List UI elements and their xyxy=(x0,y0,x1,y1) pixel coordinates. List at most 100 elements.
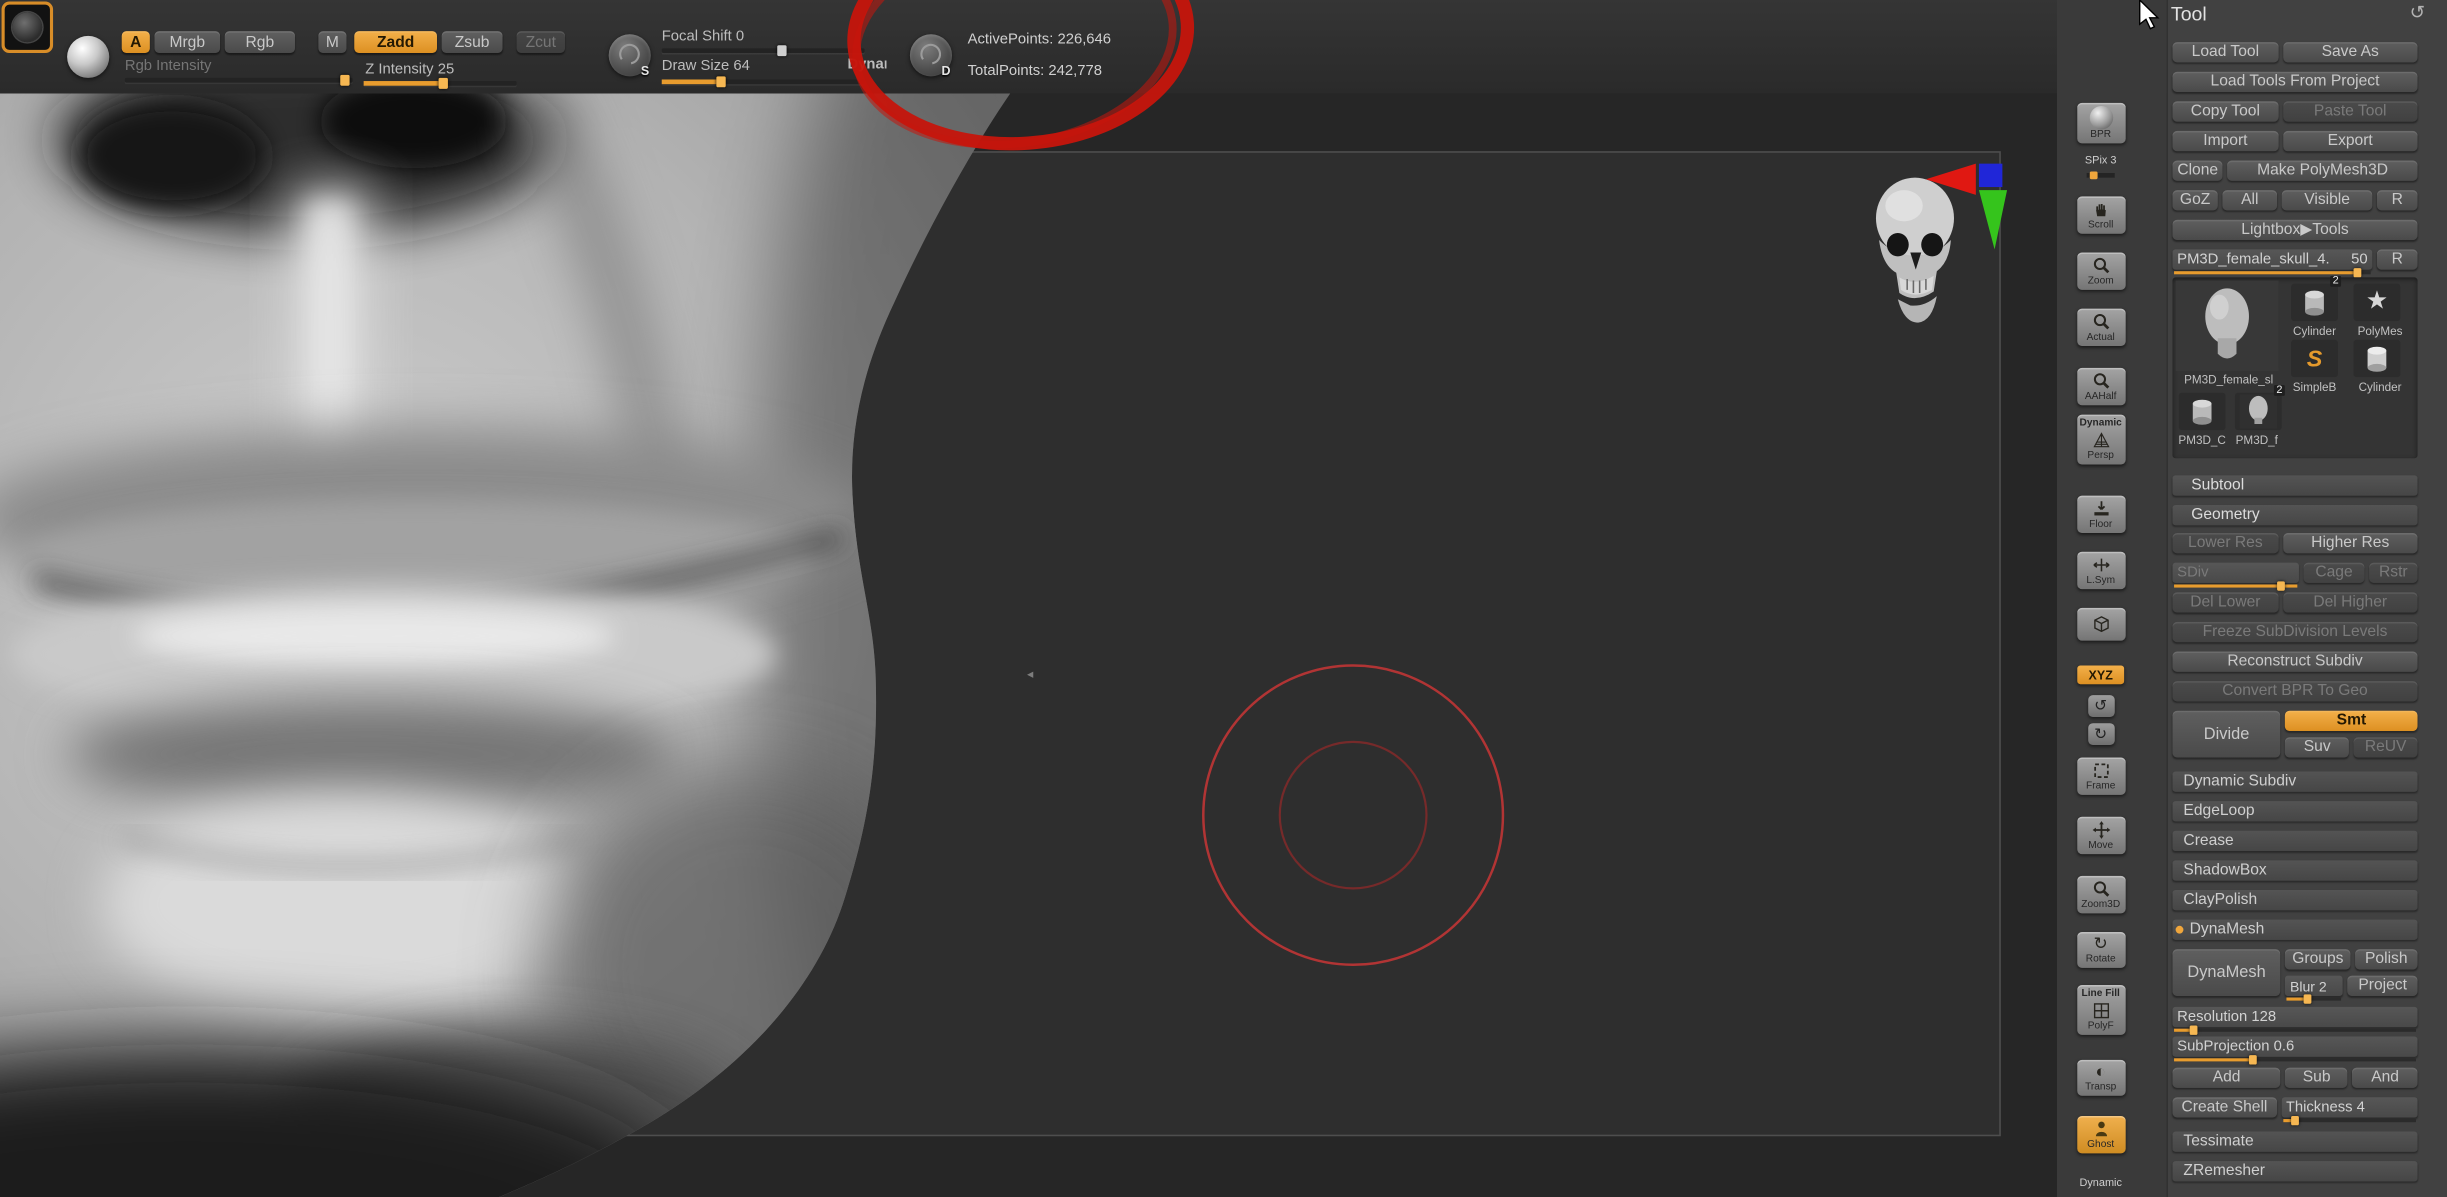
xyz-rotation-lock-button[interactable]: XYZ xyxy=(2077,665,2125,685)
m-button[interactable]: M xyxy=(318,31,347,53)
rgb-intensity-slider-label[interactable]: Rgb Intensity xyxy=(125,58,212,75)
dynamesh-section-header[interactable]: DynaMesh xyxy=(2172,919,2418,940)
local-pivot-button[interactable] xyxy=(2076,607,2125,641)
dynamesh-polish-button[interactable]: Polish xyxy=(2355,949,2418,970)
zcut-button[interactable]: Zcut xyxy=(516,31,565,53)
rotate-ccw-button[interactable]: ↺ xyxy=(2087,695,2114,717)
zoom-button[interactable]: Zoom xyxy=(2076,252,2125,290)
thumbnail-pm3d-female[interactable]: 2 xyxy=(2234,384,2285,431)
active-tool-thumbnail[interactable] xyxy=(2175,280,2279,371)
del-lower-button[interactable]: Del Lower xyxy=(2172,592,2279,613)
create-shell-button[interactable]: Create Shell xyxy=(2172,1097,2277,1118)
thumbnail-simplebrush[interactable]: S xyxy=(2291,339,2338,378)
actual-size-button[interactable]: Actual xyxy=(2076,308,2125,347)
thickness-slider[interactable]: Thickness 4 xyxy=(2281,1097,2418,1126)
reuv-button[interactable]: ReUV xyxy=(2353,737,2418,758)
line-fill-button[interactable]: Line Fill PolyF xyxy=(2076,985,2125,1035)
load-tools-from-project-button[interactable]: Load Tools From Project xyxy=(2172,71,2418,92)
cage-button[interactable]: Cage xyxy=(2303,562,2365,583)
zremesher-section-header[interactable]: ZRemesher xyxy=(2172,1161,2418,1182)
ghost-button[interactable]: Ghost xyxy=(2076,1115,2125,1154)
axis-orientation-gizmo[interactable] xyxy=(1923,156,2017,306)
sculpted-face-model[interactable] xyxy=(0,93,1092,1197)
a-toggle-button[interactable]: A xyxy=(121,31,150,53)
z-intensity-track[interactable] xyxy=(363,77,517,89)
convert-bpr-to-geo-button[interactable]: Convert BPR To Geo xyxy=(2172,681,2418,702)
export-button[interactable]: Export xyxy=(2282,130,2418,152)
lightbox-tools-button[interactable]: Lightbox▶Tools xyxy=(2172,219,2418,241)
document-viewport[interactable]: ◂ xyxy=(0,93,2058,1197)
goz-button[interactable]: GoZ xyxy=(2172,190,2218,211)
dynamesh-blur-slider[interactable]: Blur 2 xyxy=(2285,975,2344,1004)
subtool-section-header[interactable]: Subtool xyxy=(2172,475,2418,496)
reconstruct-subdiv-button[interactable]: Reconstruct Subdiv xyxy=(2172,651,2418,672)
spix-track[interactable] xyxy=(2086,171,2115,180)
shadowbox-section-header[interactable]: ShadowBox xyxy=(2172,860,2418,881)
make-polymesh3d-button[interactable]: Make PolyMesh3D xyxy=(2227,160,2418,181)
divide-button[interactable]: Divide xyxy=(2172,710,2281,758)
dynamesh-and-button[interactable]: And xyxy=(2352,1067,2418,1088)
thumbnail-pm3d-cylinder[interactable] xyxy=(2178,392,2226,431)
spix-handle[interactable] xyxy=(2089,171,2098,180)
active-tool-name-slider[interactable]: PM3D_female_skull_4. 50 xyxy=(2172,249,2373,278)
goz-r-button[interactable]: R xyxy=(2377,190,2418,211)
load-tool-button[interactable]: Load Tool xyxy=(2172,42,2279,63)
sdiv-slider[interactable]: SDiv xyxy=(2172,562,2299,591)
bpr-render-button[interactable]: BPR xyxy=(2076,102,2125,144)
aahalf-button[interactable]: AAHalf xyxy=(2076,367,2125,406)
scroll-button[interactable]: Scroll xyxy=(2076,196,2125,234)
dynamic-size-label[interactable]: Dynamic xyxy=(847,56,886,73)
draw-size-handle[interactable] xyxy=(716,76,726,88)
subprojection-slider[interactable]: SubProjection 0.6 xyxy=(2172,1036,2418,1065)
edgeloop-section-header[interactable]: EdgeLoop xyxy=(2172,801,2418,822)
lower-res-button[interactable]: Lower Res xyxy=(2172,533,2279,554)
rgb-button[interactable]: Rgb xyxy=(224,31,295,53)
z-intensity-handle[interactable] xyxy=(438,77,448,89)
thumbnail-polymesh3d[interactable]: ★ xyxy=(2353,283,2401,322)
z-intensity-slider-label[interactable]: Z Intensity 25 xyxy=(365,61,454,78)
draw-size-track[interactable] xyxy=(661,76,865,88)
depth-dial-icon[interactable]: D xyxy=(909,34,953,78)
dynamic-subdiv-section-header[interactable]: Dynamic Subdiv xyxy=(2172,771,2418,792)
focal-shift-track[interactable] xyxy=(661,45,865,57)
higher-res-button[interactable]: Higher Res xyxy=(2282,533,2418,554)
crease-section-header[interactable]: Crease xyxy=(2172,830,2418,851)
thumbnail-cylinder[interactable]: 2 xyxy=(2291,275,2342,322)
rotate-cw-button[interactable]: ↻ xyxy=(2087,723,2114,746)
dynamesh-sub-button[interactable]: Sub xyxy=(2285,1067,2348,1088)
local-symmetry-button[interactable]: L.Sym xyxy=(2076,551,2125,590)
draw-size-slider-label[interactable]: Draw Size 64 xyxy=(662,58,750,75)
floor-button[interactable]: Floor xyxy=(2076,495,2125,534)
current-material-icon[interactable] xyxy=(67,35,110,78)
dynamesh-groups-button[interactable]: Groups xyxy=(2285,949,2351,970)
rgb-intensity-handle[interactable] xyxy=(340,74,350,86)
palette-refresh-icon[interactable]: ↺ xyxy=(2410,2,2426,24)
spix-slider[interactable]: SPix 3 xyxy=(2074,156,2127,180)
move-button[interactable]: Move xyxy=(2076,816,2125,855)
focal-shift-slider-label[interactable]: Focal Shift 0 xyxy=(662,28,744,45)
smt-toggle-button[interactable]: Smt xyxy=(2285,710,2418,731)
dynamesh-project-button[interactable]: Project xyxy=(2347,975,2418,996)
zoom3d-button[interactable]: Zoom3D xyxy=(2076,875,2125,914)
save-as-button[interactable]: Save As xyxy=(2282,42,2418,63)
paste-tool-button[interactable]: Paste Tool xyxy=(2282,101,2418,122)
frame-button[interactable]: Frame xyxy=(2076,757,2125,795)
tray-divider-arrow[interactable]: ◂ xyxy=(1027,667,1033,681)
zadd-button[interactable]: Zadd xyxy=(354,31,437,53)
rgb-intensity-track[interactable] xyxy=(124,74,353,86)
claypolish-section-header[interactable]: ClayPolish xyxy=(2172,889,2418,911)
focal-shift-handle[interactable] xyxy=(777,45,787,57)
stroke-dial-icon[interactable]: S xyxy=(608,34,651,78)
goz-all-button[interactable]: All xyxy=(2222,190,2278,211)
current-brush-icon[interactable] xyxy=(1,1,54,53)
rstr-button[interactable]: Rstr xyxy=(2369,562,2418,583)
dynamesh-button[interactable]: DynaMesh xyxy=(2172,949,2281,996)
zsub-button[interactable]: Zsub xyxy=(441,31,503,53)
copy-tool-button[interactable]: Copy Tool xyxy=(2172,101,2279,122)
import-button[interactable]: Import xyxy=(2172,130,2279,152)
thumbnail-cylinder3d[interactable] xyxy=(2353,339,2401,378)
geometry-section-header[interactable]: Geometry xyxy=(2172,504,2418,526)
freeze-subdivision-button[interactable]: Freeze SubDivision Levels xyxy=(2172,621,2418,643)
dynamesh-add-button[interactable]: Add xyxy=(2172,1067,2281,1088)
del-higher-button[interactable]: Del Higher xyxy=(2282,592,2418,613)
